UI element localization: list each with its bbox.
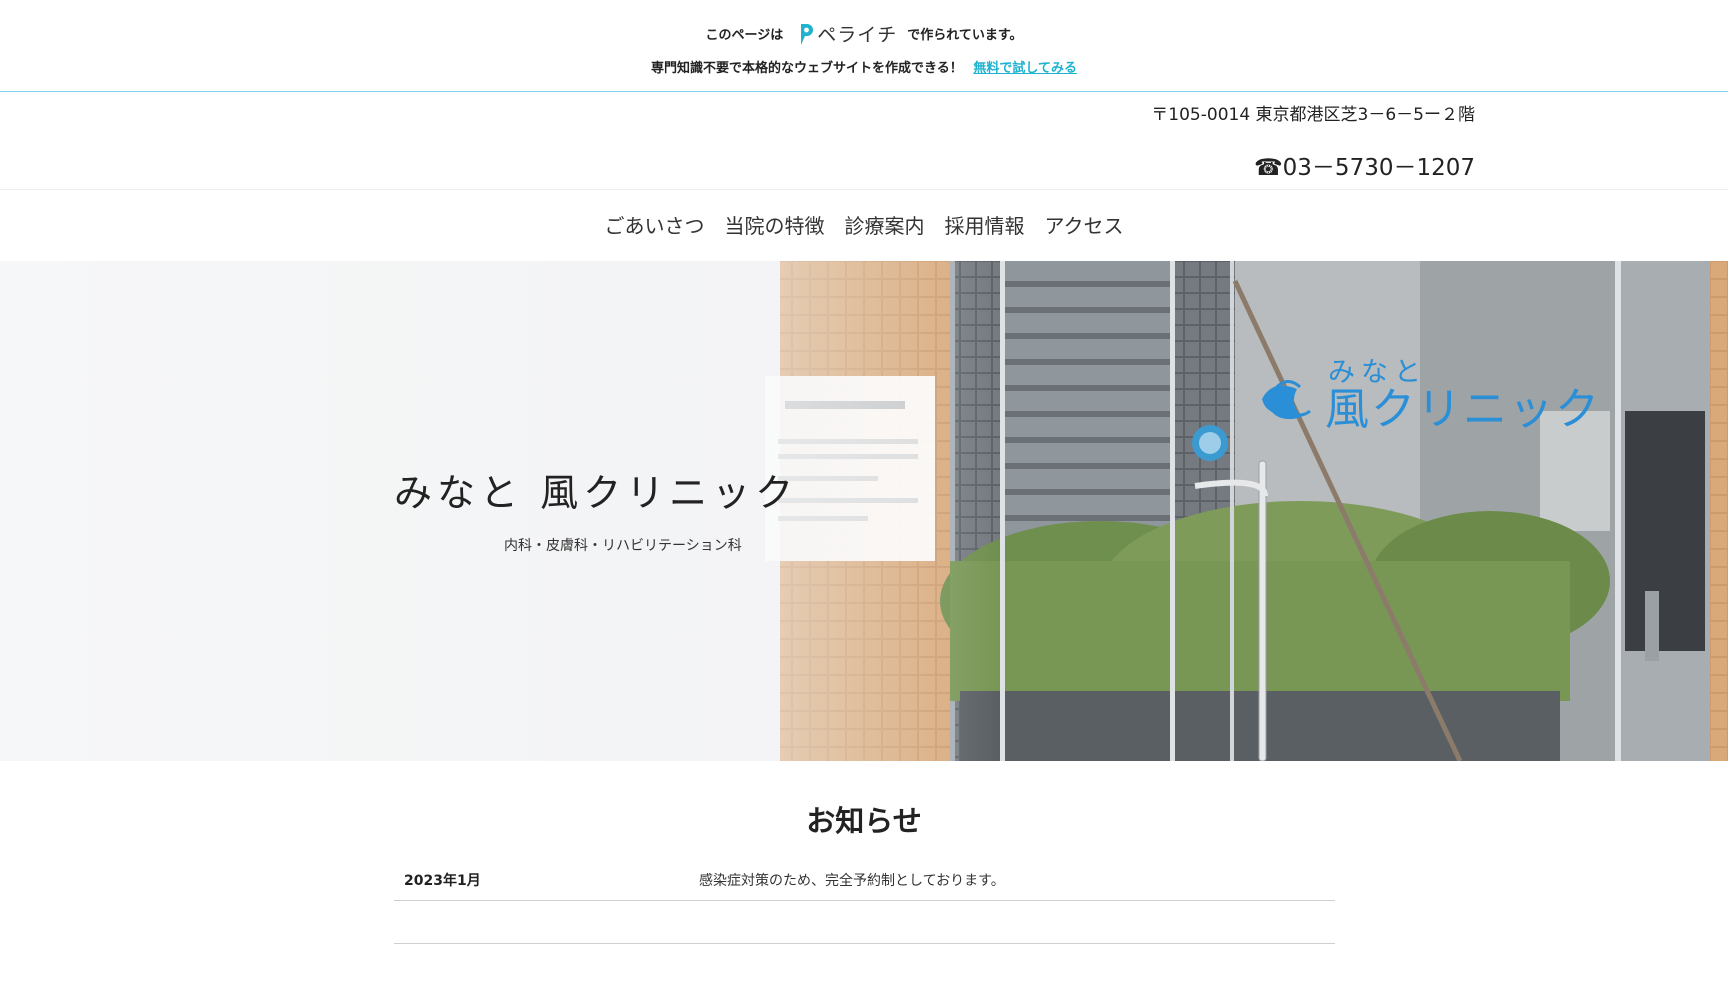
banner-tagline: 専門知識不要で本格的なウェブサイトを作成できる！ <box>651 61 963 76</box>
nav-item-recruit[interactable]: 採用情報 <box>945 210 1025 239</box>
news-text: 感染症対策のため、完全予約制としております。 <box>699 873 1005 889</box>
peraichi-logo-text: ペライチ <box>817 24 898 46</box>
nav-item-greeting[interactable]: ごあいさつ <box>605 210 705 239</box>
clinic-entrance-photo: みなと 風クリニック <box>0 261 1728 761</box>
hero-image: みなと 風クリニック <box>0 261 1728 761</box>
news-item: 2023年1月 感染症対策のため、完全予約制としております。 <box>394 858 1335 901</box>
news-date: 2023年1月 <box>404 873 481 889</box>
clinic-name-title: みなと 風クリニック <box>394 471 799 515</box>
peraichi-banner: このページは ペライチ で作られています。 専門知識不要で本格的なウェブサイトを… <box>0 0 1728 92</box>
nav-item-services[interactable]: 診療案内 <box>845 210 925 239</box>
clinic-address: 〒105-0014 東京都港区芝3－6－5ー２階 <box>1151 105 1475 125</box>
clinic-departments: 内科・皮膚科・リハビリテーション科 <box>504 538 742 554</box>
banner-line: このページは ペライチ で作られています。 <box>0 20 1728 47</box>
banner-suffix: で作られています。 <box>907 28 1023 43</box>
try-free-link[interactable]: 無料で試してみる <box>973 61 1077 76</box>
news-list: 2023年1月 感染症対策のため、完全予約制としております。 <box>394 858 1335 944</box>
clinic-phone[interactable]: ☎03－5730－1207 <box>1254 148 1475 182</box>
nav-item-features[interactable]: 当院の特徴 <box>725 210 825 239</box>
header-divider <box>0 189 1728 190</box>
door-sign-main: 風クリニック <box>1325 384 1601 435</box>
banner-prefix: このページは <box>705 28 784 43</box>
peraichi-logo-icon <box>801 23 814 45</box>
banner-tagline-row: 専門知識不要で本格的なウェブサイトを作成できる！ 無料で試してみる <box>0 57 1728 76</box>
news-item-empty <box>394 901 1335 944</box>
peraichi-logo[interactable]: ペライチ <box>797 20 897 47</box>
news-heading: お知らせ <box>806 804 922 838</box>
nav-item-access[interactable]: アクセス <box>1045 210 1124 239</box>
main-nav: ごあいさつ 当院の特徴 診療案内 採用情報 アクセス <box>0 210 1728 239</box>
